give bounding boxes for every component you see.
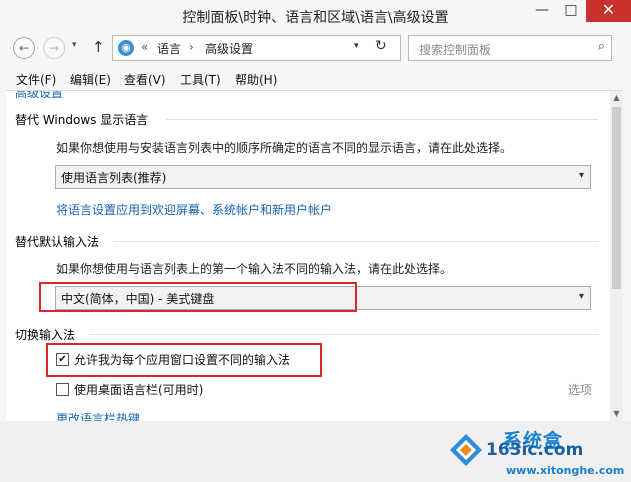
section-title-display-language: 替代 Windows 显示语言 <box>15 113 149 127</box>
maximize-button[interactable]: □ <box>557 0 585 22</box>
change-hotkeys-link[interactable]: 更改语言栏热键 <box>56 410 140 421</box>
watermark-site: 163ic.com <box>486 440 584 460</box>
refresh-icon[interactable]: ↻ <box>375 38 387 54</box>
back-button[interactable]: ← <box>13 37 35 59</box>
vertical-scrollbar[interactable]: ▲ ▼ <box>610 91 623 421</box>
scroll-down-arrow-icon[interactable]: ▼ <box>610 407 623 421</box>
scrollbar-thumb[interactable] <box>612 107 621 289</box>
options-link[interactable]: 选项 <box>568 381 592 398</box>
menu-bar: 文件(F) 编辑(E) 查看(V) 工具(T) 帮助(H) <box>0 67 631 89</box>
section-divider <box>90 334 598 335</box>
recent-locations-dropdown[interactable]: ▾ <box>72 40 77 50</box>
menu-tools[interactable]: 工具(T) <box>180 71 221 88</box>
title-bar: 控制面板\时钟、语言和区域\语言\高级设置 — □ ✕ <box>0 0 631 30</box>
scroll-up-arrow-icon[interactable]: ▲ <box>610 91 623 105</box>
desktop-language-bar-label[interactable]: 使用桌面语言栏(可用时) <box>74 381 203 398</box>
chevron-down-icon: ▾ <box>578 170 584 181</box>
address-dropdown[interactable]: ▾ <box>354 41 359 51</box>
close-button[interactable]: ✕ <box>586 0 631 22</box>
menu-view[interactable]: 查看(V) <box>124 71 166 88</box>
menu-file[interactable]: 文件(F) <box>16 71 56 88</box>
navigation-bar: ← → ▾ ↑ ◉ « 语言 › 高级设置 ▾ ↻ 搜索控制面板 ⌕ <box>0 32 631 62</box>
breadcrumb-advanced-settings[interactable]: 高级设置 <box>205 40 253 57</box>
settings-content: 高级设置 替代 Windows 显示语言 如果你想使用与安装语言列表中的顺序所确… <box>6 90 623 421</box>
minimize-button[interactable]: — <box>528 0 556 22</box>
section-divider <box>114 241 598 242</box>
menu-help[interactable]: 帮助(H) <box>235 71 277 88</box>
up-button[interactable]: ↑ <box>92 38 105 56</box>
control-panel-icon: ◉ <box>118 40 134 56</box>
watermark-url: www.xitonghe.com <box>506 464 625 477</box>
highlight-box-per-app-input <box>46 343 322 377</box>
section-divider <box>166 119 598 120</box>
display-language-select[interactable]: 使用语言列表(推荐) ▾ <box>55 165 591 189</box>
search-icon[interactable]: ⌕ <box>598 39 605 54</box>
forward-button[interactable]: → <box>43 37 65 59</box>
search-input[interactable]: 搜索控制面板 <box>419 41 491 58</box>
address-bar[interactable]: ◉ « 语言 › 高级设置 ▾ ↻ <box>112 35 401 61</box>
section-title-switch-input: 切换输入法 <box>15 328 76 342</box>
advanced-settings-link[interactable]: 高级设置 <box>15 91 63 101</box>
display-language-value: 使用语言列表(推荐) <box>61 171 167 185</box>
breadcrumb-language[interactable]: 语言 <box>157 40 181 57</box>
display-language-description: 如果你想使用与安装语言列表中的顺序所确定的语言不同的显示语言，请在此处选择。 <box>56 141 513 155</box>
input-method-description: 如果你想使用与语言列表上的第一个输入法不同的输入法，请在此处选择。 <box>56 262 453 276</box>
apply-language-settings-link[interactable]: 将语言设置应用到欢迎屏幕、系统帐户和新用户帐户 <box>56 201 332 218</box>
section-title-input-method: 替代默认输入法 <box>15 235 100 249</box>
menu-edit[interactable]: 编辑(E) <box>70 71 111 88</box>
search-box[interactable]: 搜索控制面板 ⌕ <box>408 35 612 61</box>
highlight-box-input-method <box>39 282 357 312</box>
watermark-logo-icon <box>450 434 482 466</box>
window: 控制面板\时钟、语言和区域\语言\高级设置 — □ ✕ ← → ▾ ↑ ◉ « … <box>0 0 631 482</box>
desktop-language-bar-checkbox[interactable] <box>56 383 69 396</box>
breadcrumb-separator[interactable]: › <box>189 40 194 54</box>
breadcrumb-overflow[interactable]: « <box>141 40 148 54</box>
chevron-down-icon: ▾ <box>578 291 584 302</box>
